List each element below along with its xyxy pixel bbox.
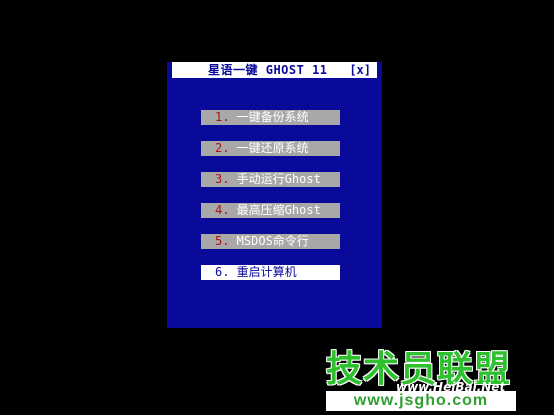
ghost-menu-window: 星语一键 GHOST 11 [x] 1. 一键备份系统 2. 一键还原系统 3.…	[167, 62, 382, 328]
title-bar: 星语一键 GHOST 11 [x]	[172, 62, 377, 78]
menu-item-label: 手动运行Ghost	[229, 172, 321, 186]
menu-item-label: 最高压缩Ghost	[229, 203, 321, 217]
window-title: 星语一键 GHOST 11	[208, 63, 328, 77]
menu-item-backup[interactable]: 1. 一键备份系统	[201, 110, 340, 125]
close-button[interactable]: [x]	[349, 62, 371, 78]
menu-item-manual-ghost[interactable]: 3. 手动运行Ghost	[201, 172, 340, 187]
menu-item-number: 2.	[215, 141, 230, 155]
menu-item-label: 一键还原系统	[229, 141, 309, 155]
menu-item-number: 4.	[215, 203, 230, 217]
menu-item-label: 重启计算机	[229, 265, 297, 279]
site-watermark: 技术员联盟 www.HeiBai.Net www.jsgho.com	[326, 350, 516, 412]
menu-item-number: 6.	[215, 265, 230, 279]
menu-item-msdos[interactable]: 5. MSDOS命令行	[201, 234, 340, 249]
menu-item-restart[interactable]: 6. 重启计算机	[201, 265, 340, 280]
menu-item-restore[interactable]: 2. 一键还原系统	[201, 141, 340, 156]
menu-item-label: MSDOS命令行	[229, 234, 309, 248]
menu-item-max-compress[interactable]: 4. 最高压缩Ghost	[201, 203, 340, 218]
menu-item-number: 5.	[215, 234, 230, 248]
menu-item-number: 1.	[215, 110, 230, 124]
menu-item-number: 3.	[215, 172, 230, 186]
menu-item-label: 一键备份系统	[229, 110, 309, 124]
watermark-url: www.jsgho.com	[326, 391, 516, 411]
